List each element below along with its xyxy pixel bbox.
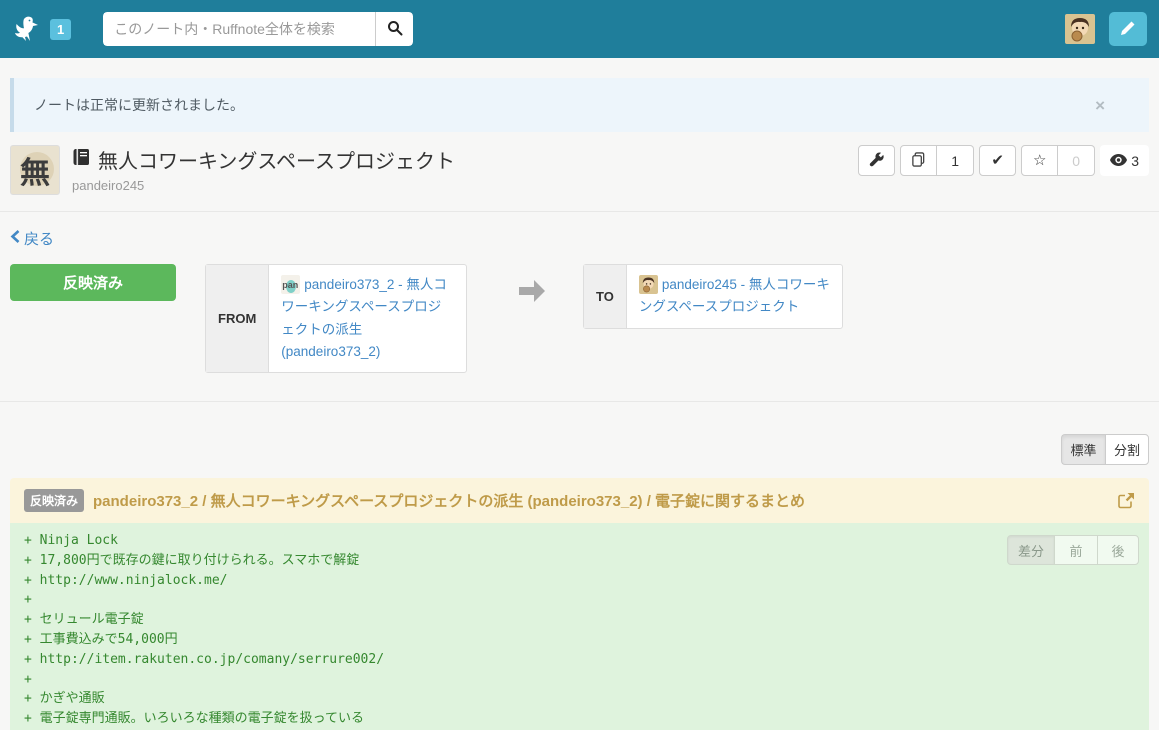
diff-line: + xyxy=(24,671,32,687)
diff-line: + 工事費込みで54,000円 xyxy=(24,632,178,648)
search-input[interactable] xyxy=(103,12,376,46)
new-note-button[interactable] xyxy=(1109,12,1147,46)
diff-controls: 差分 前 後 xyxy=(1006,535,1139,566)
note-avatar[interactable]: 無 xyxy=(10,145,60,195)
merge-section: 反映済み FROM pan pandeiro373_2 - 無人コワーキングスペ… xyxy=(10,264,1149,374)
toggle-standard[interactable]: 標準 xyxy=(1061,434,1105,466)
view-toggle: 標準 分割 xyxy=(10,434,1149,466)
note-title: 無人コワーキングスペースプロジェクト xyxy=(98,151,455,173)
navbar: 1 xyxy=(0,0,1159,58)
back-link[interactable]: 戻る xyxy=(10,228,54,249)
diff-body: 差分 前 後 + Ninja Lock + 17,800円で既存の鍵に取り付けら… xyxy=(10,523,1149,730)
user-avatar[interactable] xyxy=(1065,14,1095,44)
star-count[interactable]: 0 xyxy=(1058,145,1096,176)
copy-icon xyxy=(911,151,926,170)
arrow-right-icon xyxy=(517,278,547,309)
diff-title: pandeiro373_2 / 無人コワーキングスペースプロジェクトの派生 (p… xyxy=(93,493,806,511)
to-note-link[interactable]: pandeiro245 - 無人コワーキングスペースプロジェクト xyxy=(639,277,830,314)
pencil-icon xyxy=(1120,20,1136,39)
search-group xyxy=(103,12,414,46)
view-count: 3 xyxy=(1131,152,1139,169)
diff-line: + Ninja Lock xyxy=(24,533,118,549)
toggle-split[interactable]: 分割 xyxy=(1105,434,1149,466)
note-owner[interactable]: pandeiro245 xyxy=(72,178,455,193)
divider-2 xyxy=(0,401,1159,403)
merge-to-box: TO pandeiro245 - 無人コワーキングスペースプロジェクト xyxy=(583,264,843,329)
search-button[interactable] xyxy=(375,12,414,46)
diff-line: + 電子錠専門通販。いろいろな種類の電子錠を扱っている xyxy=(24,711,365,727)
diff-header: 反映済み pandeiro373_2 / 無人コワーキングスペースプロジェクトの… xyxy=(10,478,1149,524)
star-group: ☆ 0 xyxy=(1021,145,1096,176)
diff-line: + http://item.rakuten.co.jp/comany/serru… xyxy=(24,651,385,667)
search-icon xyxy=(387,20,403,39)
settings-button[interactable] xyxy=(858,145,896,176)
flash-close-icon[interactable]: × xyxy=(1095,97,1105,114)
diff-line: + セリュール電子錠 xyxy=(24,612,144,628)
from-note-link[interactable]: pandeiro373_2 - 無人コワーキングスペースプロジェクトの派生 (p… xyxy=(281,277,447,359)
fork-count[interactable]: 1 xyxy=(937,145,975,176)
view-counter: 3 xyxy=(1100,145,1149,176)
diff-line: + 17,800円で既存の鍵に取り付けられる。スマホで解錠 xyxy=(24,552,360,568)
before-mode-button[interactable]: 前 xyxy=(1055,535,1097,566)
fork-group: 1 xyxy=(900,145,975,176)
fork-button[interactable] xyxy=(900,145,938,176)
to-avatar xyxy=(638,275,658,294)
diff-line: + http://www.ninjalock.me/ xyxy=(24,572,228,588)
star-icon: ☆ xyxy=(1032,152,1047,169)
after-mode-button[interactable]: 後 xyxy=(1097,535,1139,566)
from-avatar: pan xyxy=(281,275,301,294)
diff-line: + xyxy=(24,592,32,608)
merge-status-button[interactable]: 反映済み xyxy=(10,264,176,301)
note-header: 無 無人コワーキングスペースプロジェクト pandeiro245 1 ✔ ☆ 0… xyxy=(10,145,1149,195)
merge-from-box: FROM pan pandeiro373_2 - 無人コワーキングスペースプロジ… xyxy=(205,264,467,374)
eye-icon xyxy=(1110,153,1128,169)
diff-status-badge: 反映済み xyxy=(24,489,85,513)
star-button[interactable]: ☆ xyxy=(1021,145,1059,176)
diff-mode-button[interactable]: 差分 xyxy=(1006,535,1055,566)
flash-message: ノートは正常に更新されました。 × xyxy=(10,78,1149,132)
bird-logo-icon xyxy=(12,15,42,43)
to-label: TO xyxy=(584,265,627,328)
diff-line: + かぎや通販 xyxy=(24,691,105,707)
notification-badge[interactable]: 1 xyxy=(50,18,72,40)
external-link-icon[interactable] xyxy=(1118,492,1135,509)
check-icon: ✔ xyxy=(991,152,1004,169)
check-button[interactable]: ✔ xyxy=(979,145,1017,176)
wrench-icon xyxy=(869,151,884,170)
app-logo[interactable]: 1 xyxy=(12,15,72,43)
flash-text: ノートは正常に更新されました。 xyxy=(34,97,244,113)
divider-1 xyxy=(0,211,1159,212)
chevron-left-icon xyxy=(10,230,20,247)
notebook-icon xyxy=(72,148,91,172)
from-label: FROM xyxy=(206,265,270,373)
diff-panel: 反映済み pandeiro373_2 / 無人コワーキングスペースプロジェクトの… xyxy=(10,478,1149,730)
